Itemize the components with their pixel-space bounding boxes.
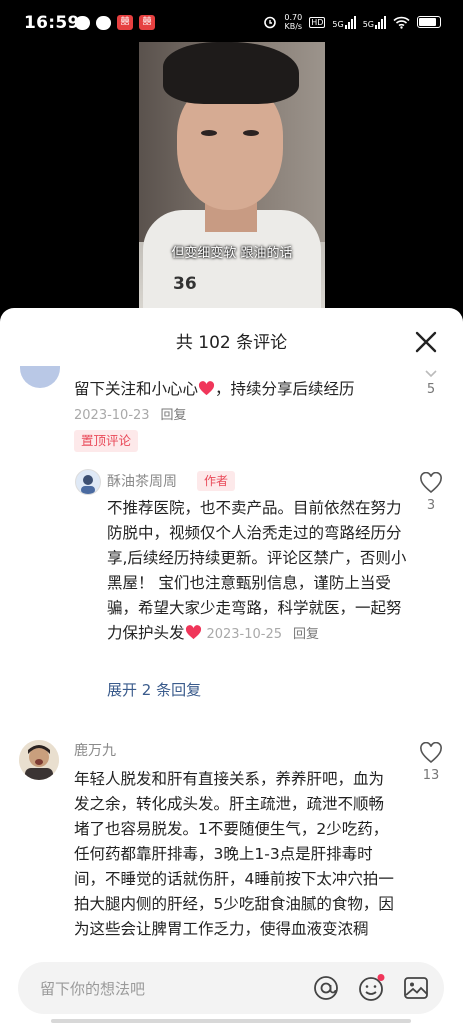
net-speed: 0.70 KB/s <box>284 13 303 31</box>
comment-text: 年轻人脱发和肝有直接关系，养养肝吧，血为发之余，转化成头发。肝主疏泄，疏泄不顺畅… <box>74 770 394 938</box>
video-person-eye-right <box>243 130 259 136</box>
video-subtitle: 但变细变软 跟油的话 <box>171 246 293 261</box>
expand-replies-link[interactable]: 展开 2 条回复 <box>107 679 201 700</box>
like-button[interactable]: 5 <box>411 363 451 397</box>
video-person-hair <box>163 42 299 104</box>
like-button[interactable]: 3 <box>411 471 451 513</box>
reply-text: 不推荐医院，也不卖产品。目前依然在努力防脱中，视频仅个人治秃走过的弯路经历分享,… <box>107 499 407 642</box>
signal-5g-2: 5G <box>363 15 386 29</box>
heart-icon <box>420 471 442 494</box>
close-icon[interactable] <box>414 330 438 354</box>
reply-button[interactable]: 回复 <box>161 408 187 423</box>
video-player[interactable]: 但变细变软 跟油的话 36 <box>139 42 325 312</box>
home-indicator[interactable] <box>51 1019 411 1023</box>
comment-username[interactable]: 鹿万九 <box>74 740 116 760</box>
author-badge: 作者 <box>197 471 236 491</box>
reply-date: 2023-10-25 <box>206 627 283 642</box>
message-icon <box>75 15 90 30</box>
pinned-badge: 置顶评论 <box>74 430 139 452</box>
heart-icon <box>420 741 442 764</box>
like-count: 13 <box>422 768 440 783</box>
comments-sheet: 共 102 条评论 5 留下关注和小心心 ，持续分享后续经历 2023-10-23… <box>0 308 463 1024</box>
like-count: 3 <box>426 498 436 513</box>
alarm-icon <box>264 16 277 29</box>
at-icon[interactable] <box>312 974 340 1002</box>
status-bar: 16:59 囍 囍 0.70 KB/s HD 5G 5G <box>0 0 463 44</box>
shirt-number: 36 <box>173 274 197 294</box>
comment-input-placeholder: 留下你的想法吧 <box>40 980 146 998</box>
author-username[interactable]: 酥油茶周周 <box>107 471 177 491</box>
author-avatar[interactable] <box>75 469 101 495</box>
app-notification-icon: 囍 <box>117 15 133 30</box>
app-notification-icon-2: 囍 <box>139 15 155 30</box>
wifi-icon <box>393 16 410 29</box>
comment-input-bar: 留下你的想法吧 <box>0 950 463 1024</box>
status-right: 0.70 KB/s HD 5G 5G <box>263 13 441 31</box>
heart-emoji-icon <box>198 381 215 396</box>
video-person-eye-left <box>201 130 217 136</box>
comment-date: 2023-10-23 <box>74 408 150 423</box>
hd-icon: HD <box>309 16 326 28</box>
avatar[interactable] <box>20 366 60 388</box>
heart-emoji-icon <box>185 625 201 640</box>
image-icon[interactable] <box>402 974 430 1002</box>
chevron-down-icon <box>425 370 437 378</box>
comments-count-title: 共 102 条评论 <box>175 333 288 353</box>
avatar[interactable] <box>19 740 59 780</box>
signal-5g-1: 5G <box>332 15 356 29</box>
status-time: 16:59 <box>24 13 80 33</box>
wechat-icon <box>96 15 111 30</box>
notification-icons: 囍 囍 <box>75 15 155 30</box>
comment-text: 留下关注和小心心 ，持续分享后续经历 2023-10-23 回复 <box>74 380 355 423</box>
battery-icon <box>417 16 441 28</box>
comment-input[interactable]: 留下你的想法吧 <box>18 962 444 1014</box>
reply-button[interactable]: 回复 <box>293 627 319 642</box>
like-button[interactable]: 13 <box>411 741 451 783</box>
emoji-icon[interactable] <box>357 974 385 1002</box>
like-count: 5 <box>426 382 436 397</box>
